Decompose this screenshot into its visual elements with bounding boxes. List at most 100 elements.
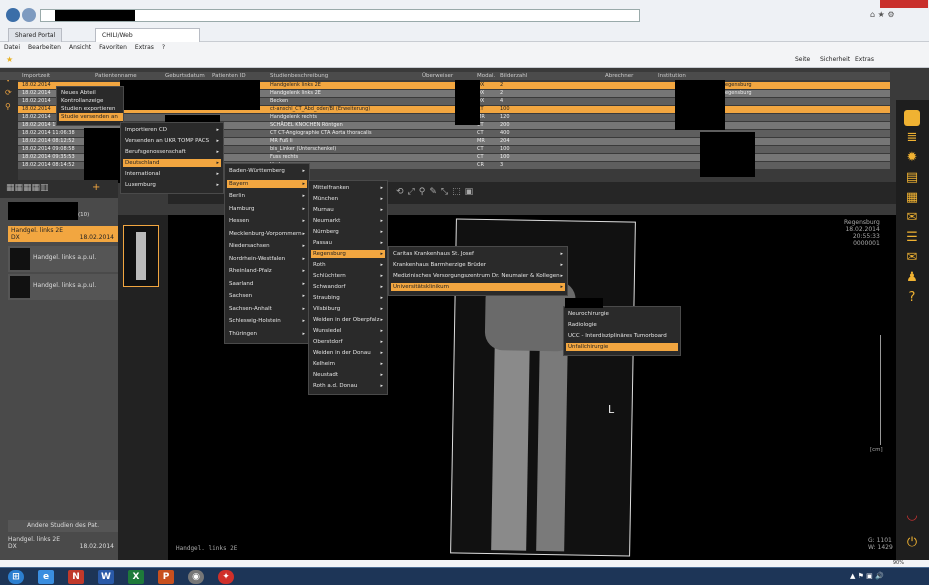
back-icon[interactable] <box>6 8 20 22</box>
menu-item[interactable]: Bayern ▸ <box>227 179 307 188</box>
col-bilderzahl[interactable]: Bilderzahl <box>500 73 527 79</box>
col-patienten-id[interactable]: Patienten ID <box>212 73 246 79</box>
menu-item[interactable]: Hamburg ▸ <box>227 205 307 213</box>
menu-item[interactable]: Versenden an UKR TOMP PACS ▸ <box>123 137 221 145</box>
menu-item[interactable]: Roth a.d. Donau ▸ <box>311 382 385 390</box>
menu-item[interactable]: Sachsen ▸ <box>227 292 307 300</box>
menu-item[interactable]: Mittelfranken ▸ <box>311 184 385 192</box>
menu-item[interactable]: Weiden in der Oberpfalz ▸ <box>311 316 385 324</box>
tab-shared-portal[interactable]: Shared Portal <box>8 28 63 42</box>
menu-item[interactable]: Roth ▸ <box>311 261 385 269</box>
menu-item[interactable]: Neumarkt ▸ <box>311 217 385 225</box>
menu-item[interactable]: Rheinland-Pfalz ▸ <box>227 267 307 275</box>
menu-item[interactable]: Nordrhein-Westfalen ▸ <box>227 255 307 263</box>
menu-item[interactable]: Hessen ▸ <box>227 217 307 225</box>
menu-item[interactable]: Deutschland ▸ <box>123 159 221 167</box>
col-patientenname[interactable]: Patientenname <box>95 73 137 79</box>
menu-item[interactable]: Importieren CD ▸ <box>123 126 221 134</box>
menu-item[interactable]: Saarland ▸ <box>227 280 307 288</box>
col-studienbeschreibung[interactable]: Studienbeschreibung <box>270 73 328 79</box>
tab-chili-web[interactable]: CHILI/Web <box>95 28 200 42</box>
image-thumbnail[interactable] <box>123 225 159 287</box>
settings-icon[interactable]: ✹ <box>904 150 920 166</box>
power-icon[interactable]: ⏻ <box>904 535 920 551</box>
app-red-icon[interactable]: ✦ <box>218 570 234 584</box>
excel-icon[interactable]: X <box>128 570 144 584</box>
menu-ansicht[interactable]: Ansicht <box>65 42 95 53</box>
cmd-sicherheit[interactable]: Sicherheit <box>820 56 850 63</box>
powerpoint-icon[interactable]: P <box>158 570 174 584</box>
menu-item[interactable]: Berufsgenossenschaft ▸ <box>123 148 221 156</box>
menu-item[interactable]: Weiden in der Donau ▸ <box>311 349 385 357</box>
menu-item[interactable]: Unfallchirurgie <box>566 343 678 351</box>
menu-item[interactable]: Neustadt ▸ <box>311 371 385 379</box>
menu-item[interactable]: Baden-Württemberg ▸ <box>227 167 307 175</box>
word-icon[interactable]: W <box>98 570 114 584</box>
menu-item[interactable]: Medizinisches Versorgungszentrum Dr. Neu… <box>391 272 565 280</box>
series-item[interactable]: Handgel. links a.p.ul. <box>8 274 118 300</box>
menu-extras[interactable]: Extras <box>131 42 158 53</box>
menu-item[interactable]: Vilsbiburg ▸ <box>311 305 385 313</box>
footer-study[interactable]: Handgel. links 2E DX 18.02.2014 <box>8 536 118 556</box>
menu-item[interactable]: Krankenhaus Barmherzige Brüder ▸ <box>391 261 565 269</box>
menu-item[interactable]: München ▸ <box>311 195 385 203</box>
menu-item[interactable]: Passau ▸ <box>311 239 385 247</box>
export-icon[interactable]: ✉ <box>904 210 920 226</box>
favorites-star-icon[interactable]: ★ <box>6 55 13 64</box>
menu-item[interactable]: Schlüchtern ▸ <box>311 272 385 280</box>
menu-item[interactable]: Nürnberg ▸ <box>311 228 385 236</box>
menu-item[interactable]: Oberstdorf ▸ <box>311 338 385 346</box>
menu-item[interactable]: Thüringen ▸ <box>227 330 307 338</box>
menu-item[interactable]: Mecklenburg-Vorpommern ▸ <box>227 230 307 238</box>
menu-item[interactable]: Niedersachsen ▸ <box>227 242 307 250</box>
menu-item[interactable]: Berlin ▸ <box>227 192 307 200</box>
col-geburtsdatum[interactable]: Geburtsdatum <box>165 73 205 79</box>
zoom-level[interactable]: 90% <box>893 560 904 566</box>
menu-item[interactable]: Straubing ▸ <box>311 294 385 302</box>
home-icon[interactable]: ⌂ ★ ⚙ <box>870 10 895 19</box>
table-row[interactable]: 18.02.2014 Handgelenk rechts MR 120 <box>18 114 890 121</box>
cmd-seite[interactable]: Seite <box>795 56 810 63</box>
menu-item[interactable]: Regensburg ▸ <box>311 250 385 258</box>
ie-icon[interactable]: e <box>38 570 54 584</box>
menu-item[interactable]: Studien exportieren <box>59 105 123 113</box>
app-circle-icon[interactable]: ◉ <box>188 570 204 584</box>
viewer-tools-icon[interactable]: ⟲⤢⚲✎⤡⬚▣ <box>396 187 477 197</box>
menu-help[interactable]: ? <box>158 42 169 53</box>
menu-item[interactable]: Radiologie <box>566 321 678 329</box>
menu-item[interactable]: International ▸ <box>123 170 221 178</box>
menu-item[interactable]: Caritas Krankenhaus St. Josef ▸ <box>391 250 565 258</box>
refresh-icon[interactable]: ⟳ <box>5 88 12 97</box>
menu-item[interactable]: Schwandorf ▸ <box>311 283 385 291</box>
print-icon[interactable]: ▤ <box>904 170 920 186</box>
start-icon[interactable]: ⊞ <box>8 570 24 584</box>
col-importzeit[interactable]: Importzeit <box>22 73 50 79</box>
send-icon[interactable]: ✉ <box>904 250 920 266</box>
viewer-icon[interactable] <box>904 110 920 126</box>
menu-item[interactable]: Murnau ▸ <box>311 206 385 214</box>
menu-item[interactable]: Neues Abteil <box>59 89 123 97</box>
help-icon[interactable]: ? <box>904 290 920 306</box>
menu-item[interactable]: Universitätsklinikum ▸ <box>391 283 565 291</box>
menu-favoriten[interactable]: Favoriten <box>95 42 131 53</box>
stack-icon[interactable]: ▦ <box>904 190 920 206</box>
menu-item[interactable]: Luxemburg ▸ <box>123 181 221 189</box>
menu-item[interactable]: Neurochirurgie <box>566 310 678 318</box>
forward-icon[interactable] <box>22 8 36 22</box>
other-studies-button[interactable]: Andere Studien des Pat. <box>8 520 118 532</box>
tray-icons[interactable]: ▲ ⚑ ▣ 🔊 <box>850 572 884 580</box>
menu-datei[interactable]: Datei <box>0 42 24 53</box>
close-window-button[interactable] <box>880 0 928 8</box>
search-icon[interactable]: ⚲ <box>5 102 11 111</box>
app-n-icon[interactable]: N <box>68 570 84 584</box>
col-ueberweiser[interactable]: Überweiser <box>422 73 453 79</box>
list-icon[interactable]: ≣ <box>904 130 920 146</box>
col-abrechner[interactable]: Abrechner <box>605 73 633 79</box>
users-icon[interactable]: ♟ <box>904 270 920 286</box>
menu-item[interactable]: Kelheim ▸ <box>311 360 385 368</box>
menu-item[interactable]: Studie versenden an <box>59 113 123 121</box>
layout-grid-icon[interactable]: ▦▦▦▦▥ <box>6 183 49 193</box>
menu-item[interactable]: Schleswig-Holstein ▸ <box>227 317 307 325</box>
study-item-selected[interactable]: Handgel. links 2E DX 18.02.2014 <box>8 226 118 242</box>
menu-bearbeiten[interactable]: Bearbeiten <box>24 42 65 53</box>
